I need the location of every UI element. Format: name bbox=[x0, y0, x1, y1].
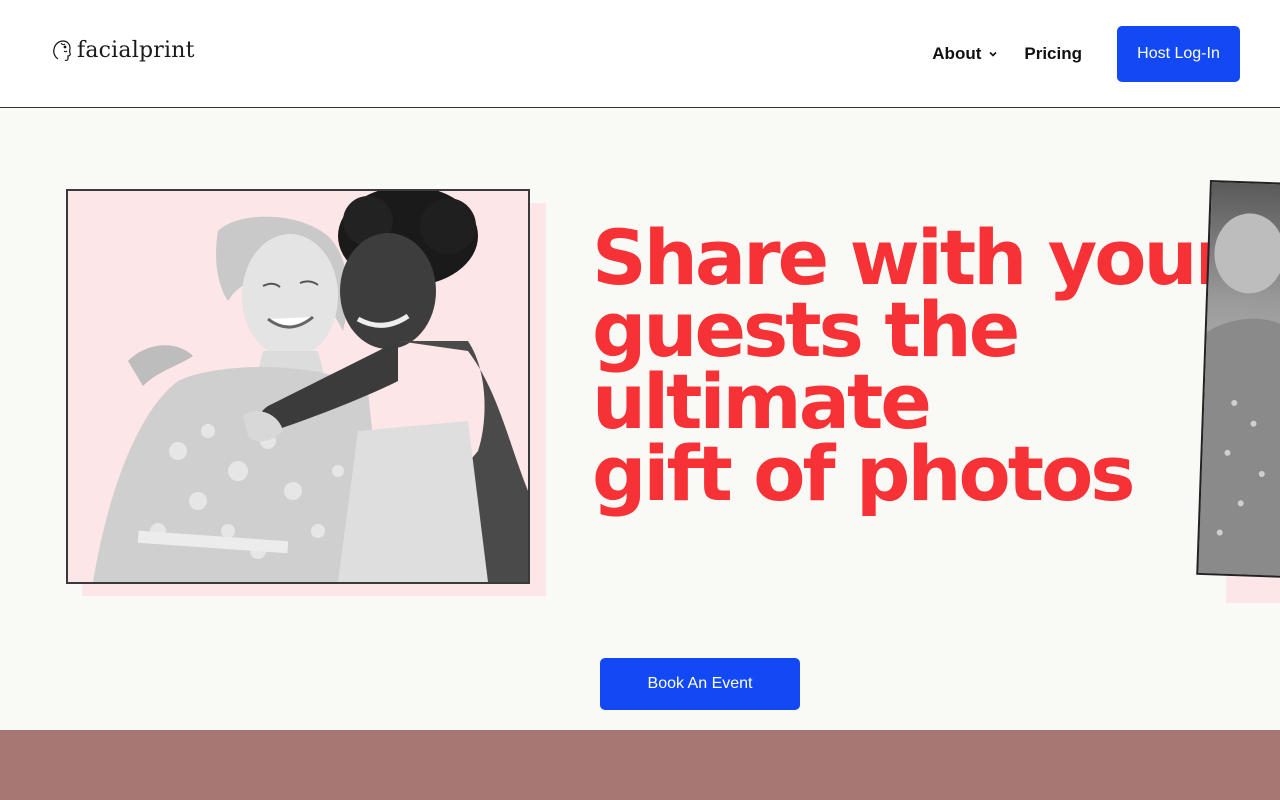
site-header: facialprint About Pricing Host Log-In bbox=[0, 0, 1280, 108]
host-login-label: Host Log-In bbox=[1137, 45, 1220, 62]
hero-photo bbox=[66, 189, 530, 584]
nav-about[interactable]: About bbox=[932, 44, 998, 64]
nav-pricing[interactable]: Pricing bbox=[1024, 44, 1082, 64]
book-event-button[interactable]: Book An Event bbox=[600, 658, 800, 710]
chevron-down-icon bbox=[989, 51, 997, 57]
headline-line-4: gift of photos bbox=[592, 429, 1136, 518]
next-section-band bbox=[0, 730, 1280, 800]
nav-pricing-label: Pricing bbox=[1024, 44, 1082, 63]
hero-photo-illustration bbox=[68, 191, 528, 582]
side-carousel-photo bbox=[1196, 180, 1280, 578]
nav-about-label: About bbox=[932, 44, 982, 63]
side-photo-illustration bbox=[1198, 213, 1280, 578]
hero-headline: Share with your guests the ultimate gift… bbox=[592, 213, 1232, 518]
headline-line-3: ultimate bbox=[592, 357, 932, 446]
logo-text: facialprint bbox=[77, 38, 195, 63]
headline-line-1: Share with your bbox=[592, 213, 1232, 302]
host-login-button[interactable]: Host Log-In bbox=[1117, 26, 1240, 82]
logo[interactable]: facialprint bbox=[52, 38, 195, 63]
headline-line-2: guests the bbox=[592, 285, 1020, 374]
main-nav: About Pricing Host Log-In bbox=[932, 26, 1240, 82]
face-mark-icon bbox=[53, 39, 71, 61]
book-event-label: Book An Event bbox=[647, 675, 753, 692]
